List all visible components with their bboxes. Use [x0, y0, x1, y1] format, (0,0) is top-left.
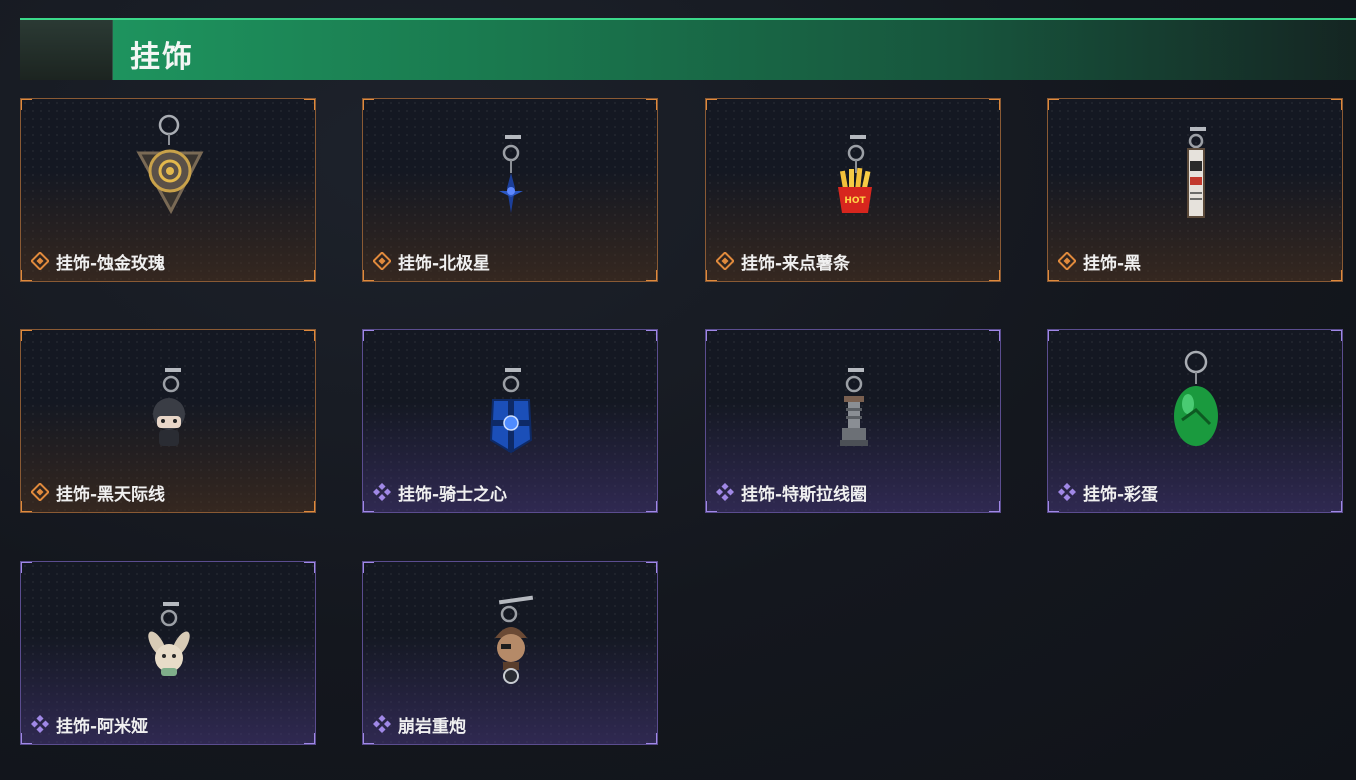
- item-card-4[interactable]: 挂饰-黑天际线: [20, 329, 316, 513]
- tesla-coil-charm-icon: [840, 368, 868, 446]
- orange-rarity-diamond-icon: [1058, 252, 1076, 270]
- header-accent-block: [20, 20, 113, 80]
- item-card-8[interactable]: 挂饰-阿米娅: [20, 561, 316, 745]
- blue-star-charm-icon: [499, 135, 523, 213]
- bunny-charm-icon: [148, 602, 190, 676]
- item-label: 挂饰-阿米娅: [56, 716, 149, 737]
- item-card-3[interactable]: 挂饰-黑: [1047, 98, 1343, 282]
- item-label: 挂饰-来点薯条: [741, 253, 851, 274]
- section-title: 挂饰: [130, 40, 194, 75]
- rose-triangle-charm-icon: [136, 114, 204, 215]
- purple-rarity-diamond-icon: [373, 483, 391, 501]
- purple-rarity-diamond-icon: [373, 715, 391, 733]
- section-header: 挂饰: [20, 18, 1356, 80]
- item-label: 挂饰-黑: [1083, 253, 1142, 274]
- purple-rarity-diamond-icon: [1058, 483, 1076, 501]
- chibi-figure-charm-icon: [153, 368, 185, 446]
- blue-shield-charm-icon: [489, 368, 533, 454]
- card-tag-charm-icon: [1187, 127, 1206, 218]
- purple-rarity-diamond-icon: [31, 715, 49, 733]
- item-label: 挂饰-彩蛋: [1083, 484, 1159, 505]
- item-card-0[interactable]: 挂饰-蚀金玫瑰: [20, 98, 316, 282]
- item-label: 挂饰-黑天际线: [56, 484, 166, 505]
- item-label: 崩岩重炮: [398, 716, 466, 737]
- fries-charm-icon: HOT: [838, 135, 872, 213]
- purple-rarity-diamond-icon: [716, 483, 734, 501]
- item-label: 挂饰-骑士之心: [398, 484, 508, 505]
- item-card-7[interactable]: 挂饰-彩蛋: [1047, 329, 1343, 513]
- item-label: 挂饰-蚀金玫瑰: [56, 253, 166, 274]
- orange-rarity-diamond-icon: [31, 252, 49, 270]
- item-card-1[interactable]: 挂饰-北极星: [362, 98, 658, 282]
- item-card-5[interactable]: 挂饰-骑士之心: [362, 329, 658, 513]
- item-card-6[interactable]: 挂饰-特斯拉线圈: [705, 329, 1001, 513]
- mortar-gunner-charm-icon: [495, 595, 534, 684]
- item-card-9[interactable]: 崩岩重炮: [362, 561, 658, 745]
- orange-rarity-diamond-icon: [373, 252, 391, 270]
- item-label: 挂饰-北极星: [398, 253, 491, 274]
- green-egg-charm-icon: [1174, 350, 1218, 446]
- orange-rarity-diamond-icon: [716, 252, 734, 270]
- item-label: 挂饰-特斯拉线圈: [741, 484, 868, 505]
- orange-rarity-diamond-icon: [31, 483, 49, 501]
- item-card-2[interactable]: HOT 挂饰-来点薯条: [705, 98, 1001, 282]
- fries-badge-text: HOT: [844, 196, 866, 206]
